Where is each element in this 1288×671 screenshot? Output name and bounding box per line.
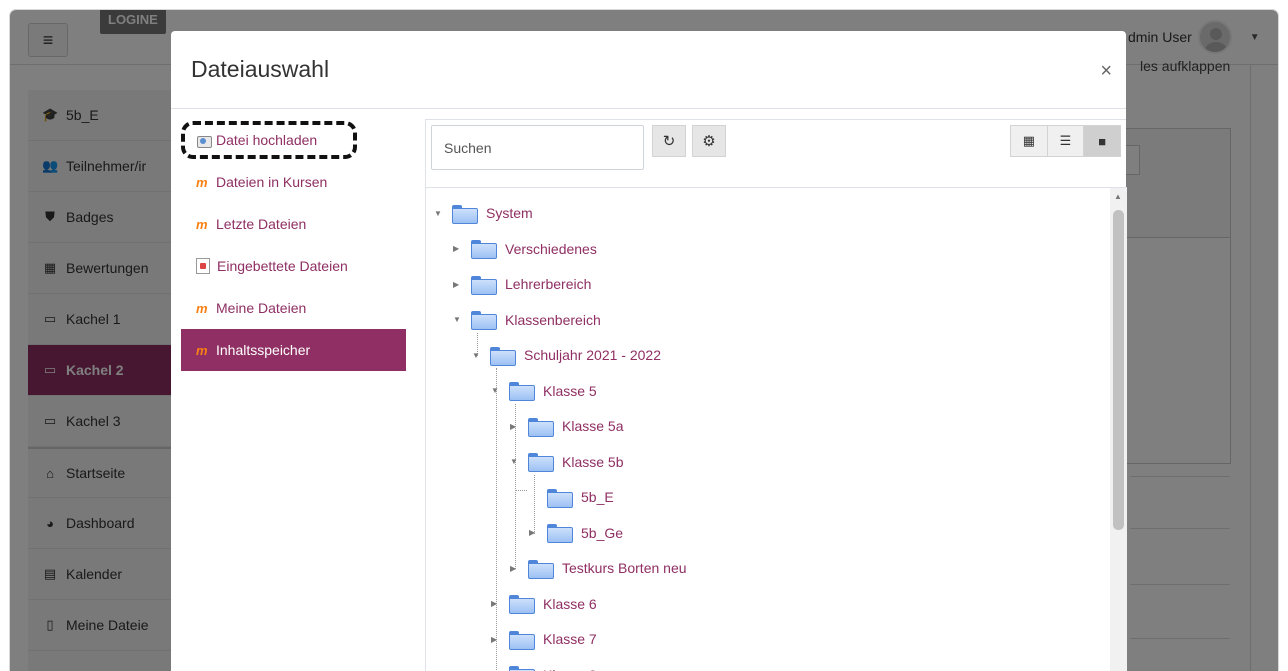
folder-icon: [452, 204, 478, 224]
refresh-icon[interactable]: ↻: [652, 125, 686, 157]
folder-icon: [547, 524, 573, 543]
folder-icon: [528, 417, 554, 437]
collapsed-arrow-icon[interactable]: ▶: [529, 528, 541, 537]
dialog-title: Dateiauswahl: [191, 56, 330, 82]
collapsed-arrow-icon[interactable]: ▶: [453, 280, 465, 289]
scroll-up-icon[interactable]: ▲: [1114, 192, 1122, 201]
tree-node-label: Klasse 5a: [562, 418, 624, 434]
tree-node-label: 5b_E: [581, 489, 614, 505]
browser-viewport: ≡ LOGINE dmin User ▼ les aufklappen 🎓5b_…: [10, 10, 1278, 671]
folder-icon: [471, 311, 497, 330]
collapsed-arrow-icon[interactable]: ▶: [491, 635, 503, 644]
tree-node[interactable]: 5b_E: [529, 482, 614, 512]
folder-icon: [509, 382, 535, 401]
tree-node[interactable]: ▶ Testkurs Borten neu: [510, 553, 687, 583]
scrollbar[interactable]: ▲ ▼: [1110, 188, 1127, 671]
folder-icon: [509, 630, 535, 650]
tree-node[interactable]: ▶ Klasse 7: [491, 624, 597, 654]
embedded-file-icon: [196, 258, 210, 274]
tree-node-label: Schuljahr 2021 - 2022: [524, 347, 661, 363]
tree-view-icon[interactable]: ■: [1084, 126, 1121, 156]
tree-node-label: Klasse 8: [543, 667, 597, 671]
tree-node-label: 5b_Ge: [581, 524, 624, 541]
folder-icon: [528, 453, 554, 472]
repository-item[interactable]: m Inhaltsspeicher: [181, 329, 406, 371]
repository-item[interactable]: m Letzte Dateien: [181, 203, 406, 245]
upload-icon: [196, 133, 212, 148]
repository-item-label: Eingebettete Dateien: [217, 258, 348, 274]
moodle-icon: m: [196, 174, 208, 190]
folder-icon: [471, 275, 497, 295]
expanded-arrow-icon[interactable]: ▼: [453, 315, 465, 324]
collapsed-arrow-icon[interactable]: ▶: [510, 422, 522, 431]
tree-node[interactable]: ▶ Klasse 6: [491, 589, 597, 619]
view-switcher: ▦ ☰ ■: [1010, 125, 1121, 157]
repository-item[interactable]: m Dateien in Kursen: [181, 161, 406, 203]
repository-item-label: Meine Dateien: [216, 300, 307, 316]
tree-node[interactable]: ▶ Klasse 5a: [510, 411, 623, 441]
tree-node-label: Klasse 5: [543, 382, 597, 399]
gear-icon[interactable]: ⚙: [692, 125, 726, 157]
tree-node[interactable]: ▶ 5b_Ge: [529, 518, 623, 548]
collapsed-arrow-icon[interactable]: ▶: [453, 244, 465, 253]
tree-node-label: Klassenbereich: [505, 311, 601, 328]
repository-item-label: Dateien in Kursen: [216, 174, 328, 190]
tree-node[interactable]: ▼ System: [434, 198, 533, 228]
repository-item[interactable]: Datei hochladen: [181, 121, 357, 159]
tree-node[interactable]: ▼ Klasse 5b: [510, 447, 623, 477]
moodle-icon: m: [196, 342, 208, 358]
file-picker-dialog: Dateiauswahl × Datei hochladen m Dateien i…: [171, 31, 1127, 671]
tree-node[interactable]: ▼ Klasse 5: [491, 376, 597, 406]
scrollbar-thumb[interactable]: [1113, 210, 1124, 530]
repository-list: Datei hochladen m Dateien in Kursen m Letzte…: [181, 119, 406, 371]
tree-node[interactable]: ▶ Verschiedenes: [453, 234, 597, 264]
tree-node[interactable]: ▼ Schuljahr 2021 - 2022: [472, 340, 661, 370]
folder-icon: [528, 559, 554, 579]
dialog-header: Dateiauswahl ×: [171, 31, 1126, 109]
search-input[interactable]: [431, 125, 644, 170]
folder-icon: [509, 666, 535, 671]
expanded-arrow-icon[interactable]: ▼: [472, 351, 484, 360]
tree-node-label: Klasse 7: [543, 631, 597, 647]
close-icon[interactable]: ×: [1100, 61, 1112, 81]
tree-node-label: Klasse 6: [543, 595, 597, 612]
folder-icon: [509, 595, 535, 614]
repository-item[interactable]: Eingebettete Dateien: [181, 245, 406, 287]
tree-node-label: Lehrerbereich: [505, 276, 592, 292]
tree-node[interactable]: ▶ Lehrerbereich: [453, 269, 591, 299]
collapsed-arrow-icon[interactable]: ▶: [510, 564, 522, 573]
tree-connector: [515, 490, 527, 491]
folder-icon: [490, 346, 516, 366]
tree-node-label: Klasse 5b: [562, 453, 624, 470]
folder-icon: [471, 240, 497, 259]
folder-icon: [547, 488, 573, 508]
file-browser: ↻ ⚙ ▦ ☰ ■ ▼ System ▶ Verschiedenes ▶ Lehrerbe…: [425, 119, 1127, 671]
repository-item-label: Letzte Dateien: [216, 216, 307, 232]
moodle-icon: m: [196, 216, 208, 232]
tree-node[interactable]: ▼ Klassenbereich: [453, 305, 601, 335]
expanded-arrow-icon[interactable]: ▼: [491, 386, 503, 395]
collapsed-arrow-icon[interactable]: ▶: [491, 599, 503, 608]
expanded-arrow-icon[interactable]: ▼: [510, 457, 522, 466]
repository-item-label: Datei hochladen: [216, 132, 318, 148]
tree-node-label: Verschiedenes: [505, 240, 597, 257]
folder-tree: ▼ System ▶ Verschiedenes ▶ Lehrerbereich ▼ Klas…: [426, 188, 1110, 671]
list-view-icon[interactable]: ☰: [1047, 126, 1085, 156]
repository-item-label: Inhaltsspeicher: [216, 342, 311, 358]
grid-view-icon[interactable]: ▦: [1011, 126, 1048, 156]
moodle-icon: m: [196, 300, 208, 316]
repository-item[interactable]: m Meine Dateien: [181, 287, 406, 329]
tree-node-label: Testkurs Borten neu: [562, 560, 687, 576]
tree-node[interactable]: ▶Klasse 8: [491, 660, 597, 671]
expanded-arrow-icon[interactable]: ▼: [434, 209, 446, 218]
tree-node-label: System: [486, 205, 533, 221]
